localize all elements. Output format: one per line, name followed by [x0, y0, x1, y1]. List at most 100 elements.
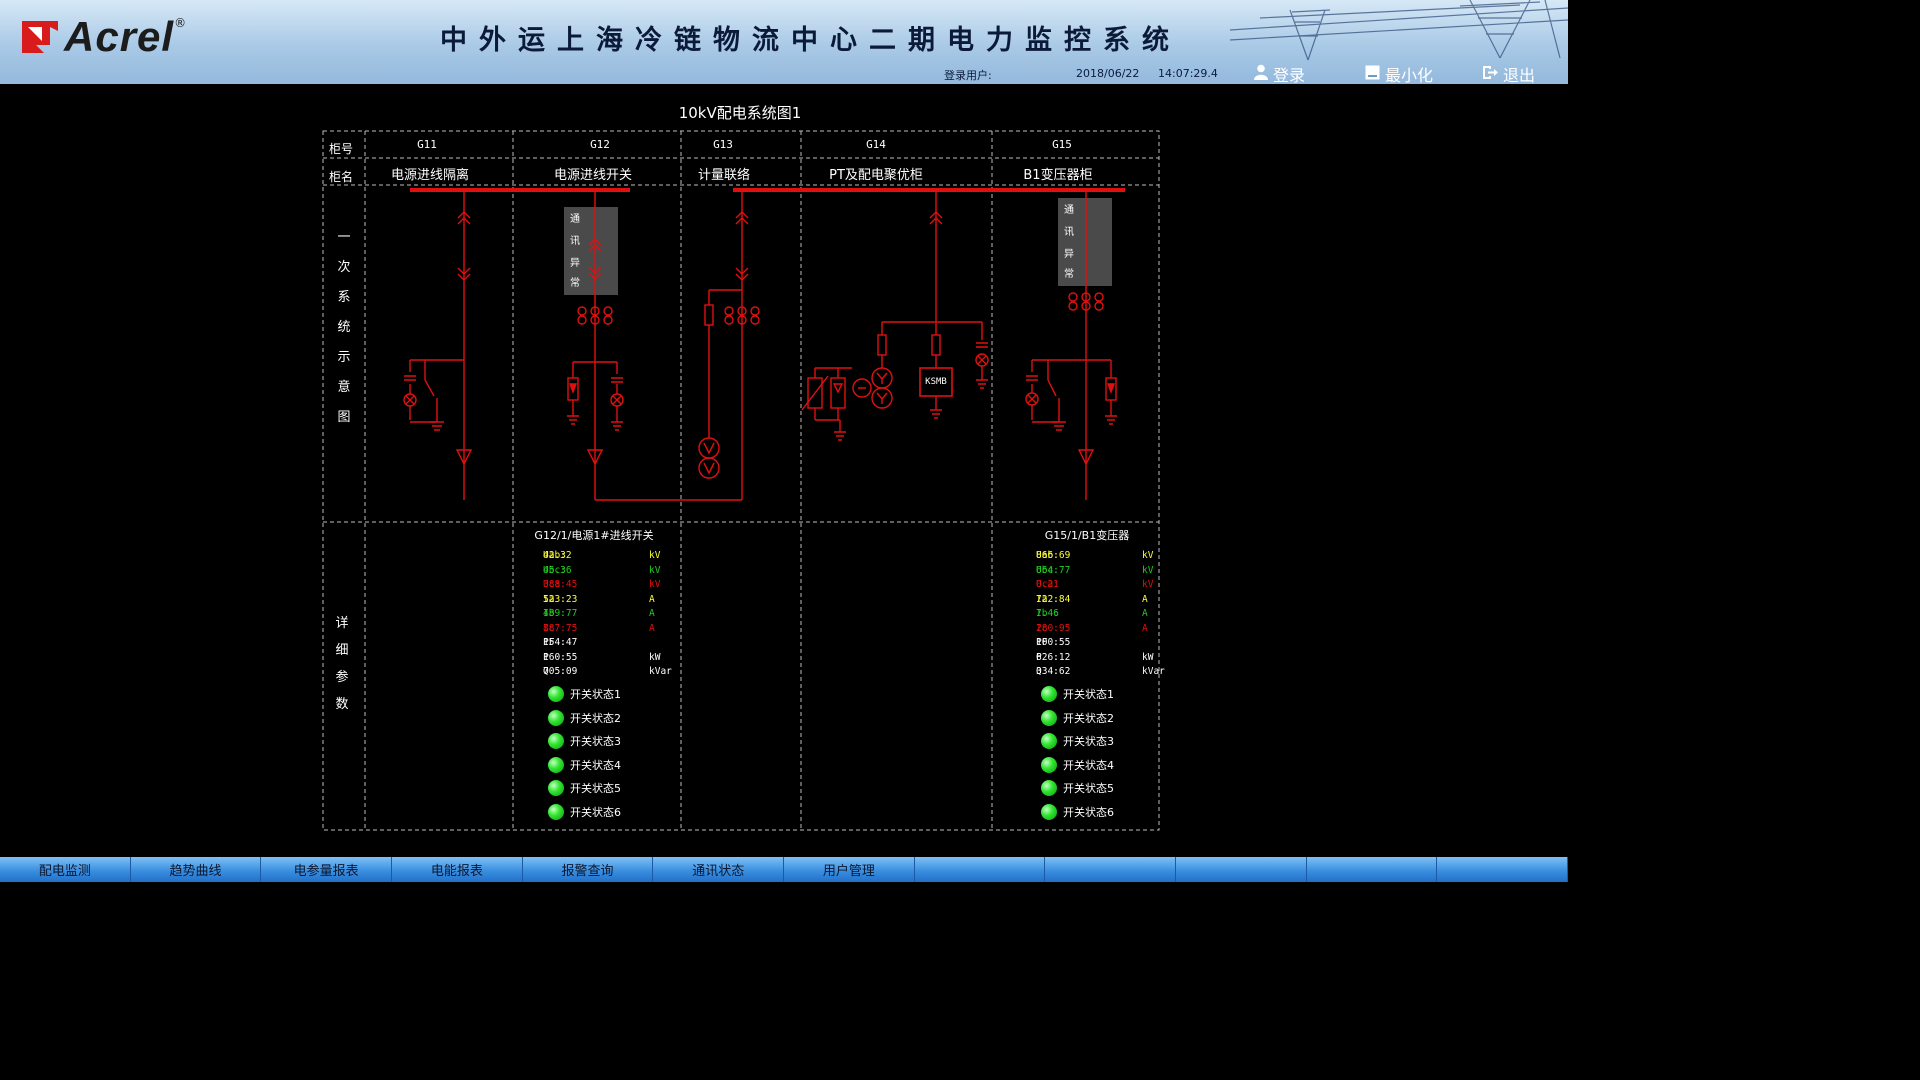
primary-label-char: 一 — [337, 230, 351, 245]
measurement-unit: A — [649, 608, 655, 619]
nav-tab[interactable]: 趋势曲线 — [131, 857, 262, 882]
measurement-row: Uca: 388.45 kV — [543, 578, 693, 592]
measurement-name: Q : — [1036, 666, 1059, 677]
nav-tab[interactable] — [1307, 857, 1438, 882]
measurement-row: Q :705.09 kVar — [543, 665, 693, 679]
cabinet-name-g14: PT及配电聚优柜 — [829, 168, 923, 183]
measurement-name: Uca: — [543, 579, 566, 590]
status-led-icon — [1041, 733, 1057, 750]
nav-tab[interactable] — [915, 857, 1046, 882]
measurement-unit: kVar — [1142, 666, 1165, 677]
status-led-icon — [1041, 780, 1057, 797]
nav-tab[interactable]: 电参量报表 — [261, 857, 393, 882]
cabinet-no-g12: G12 — [590, 138, 610, 151]
switch-status-label: 开关状态3 — [570, 735, 621, 749]
measurement-name: P : — [1036, 651, 1059, 663]
nav-tab[interactable]: 用户管理 — [784, 857, 915, 882]
measurement-name: Ib : — [1036, 608, 1059, 619]
switch-status-label: 开关状态5 — [1063, 782, 1114, 796]
switch-status-item[interactable]: 开关状态4 — [548, 755, 621, 775]
status-led-icon — [548, 780, 564, 797]
primary-label-char: 图 — [337, 410, 351, 425]
switch-status-item[interactable]: 开关状态6 — [1041, 802, 1114, 822]
switch-status-label: 开关状态4 — [1063, 758, 1114, 772]
cabinet-no-g11: G11 — [417, 138, 437, 151]
detail-label-char: 细 — [335, 643, 349, 658]
switch-status-label: 开关状态3 — [1063, 735, 1114, 749]
measurement-name: PF : — [1036, 637, 1059, 648]
measurement-row: PF :154.47 — [543, 636, 693, 650]
switch-status-label: 开关状态1 — [570, 688, 621, 701]
switch-status-item[interactable]: 开关状态1 — [1041, 684, 1114, 704]
measurement-row: Uab: 42.32 kV — [543, 549, 693, 563]
measurement-name: Uab: — [1036, 550, 1059, 561]
measurement-row: Ib :7.46 A — [1036, 607, 1186, 621]
measurement-name: Ubc: — [1036, 564, 1059, 576]
measurement-row: Ia :523.23 A — [543, 593, 693, 607]
nav-tab[interactable]: 报警查询 — [523, 857, 654, 882]
measurement-row: Q :334.62 kVar — [1036, 665, 1186, 679]
measurement-name: Uab: — [543, 550, 566, 561]
switch-status-item[interactable]: 开关状态6 — [548, 802, 621, 822]
switch-status-label: 开关状态5 — [570, 782, 621, 796]
measurement-row: Ubc: 664.77 kV — [1036, 564, 1186, 578]
g12-detail-title: G12/1/电源1#进线开关 — [534, 529, 654, 542]
measurement-unit: A — [649, 622, 655, 634]
status-led-icon — [1041, 686, 1057, 702]
detail-label-char: 数 — [335, 697, 349, 712]
measurement-row: Uab: 866.69 kV — [1036, 549, 1186, 563]
measurement-unit: kV — [1142, 550, 1154, 561]
switch-status-label: 开关状态6 — [570, 806, 621, 819]
measurement-row: Ic :280.95 A — [1036, 622, 1186, 636]
nav-tab[interactable]: 通讯状态 — [653, 857, 785, 882]
measurement-row: Ia :722.84 A — [1036, 593, 1186, 607]
nav-tab[interactable]: 电能报表 — [392, 857, 523, 882]
measurement-unit: kV — [1142, 579, 1154, 590]
cabinet-no-g14: G14 — [866, 138, 886, 151]
nav-tab[interactable] — [1437, 857, 1569, 882]
measurement-row: Ib :489.77 A — [543, 607, 693, 621]
measurement-row: Uca: 0.21 kV — [1036, 578, 1186, 592]
measurement-name: Ic : — [543, 622, 566, 634]
switch-status-item[interactable]: 开关状态5 — [1041, 778, 1114, 798]
cabinet-no-g15: G15 — [1052, 138, 1072, 151]
switch-status-label: 开关状态4 — [570, 758, 621, 772]
switch-status-item[interactable]: 开关状态3 — [1041, 731, 1114, 751]
switch-status-item[interactable]: 开关状态2 — [1041, 708, 1114, 728]
switch-status-item[interactable]: 开关状态2 — [548, 708, 621, 728]
status-led-icon — [1041, 756, 1057, 773]
measurement-unit: kVar — [649, 666, 672, 677]
switch-status-item[interactable]: 开关状态5 — [548, 778, 621, 798]
nav-tab[interactable] — [1176, 857, 1307, 882]
cabinet-name-g12: 电源进线开关 — [553, 168, 632, 183]
nav-tab[interactable] — [1045, 857, 1177, 882]
g15-comm-fault-box[interactable]: 通 讯 异 常 — [1058, 198, 1112, 286]
g12-comm-box-lines — [588, 207, 602, 295]
status-led-icon — [1041, 709, 1057, 726]
switch-status-item[interactable]: 开关状态1 — [548, 684, 621, 704]
switch-status-item[interactable]: 开关状态4 — [1041, 755, 1114, 775]
measurement-name: Uca: — [1036, 579, 1059, 590]
measurement-name: Ib : — [543, 608, 566, 619]
detail-params-label: 详 细 参 数 — [334, 610, 350, 718]
measurement-row: P :160.55 kW — [543, 651, 693, 665]
measurement-unit: kV — [1142, 564, 1154, 576]
measurement-row: P :626.12 kW — [1036, 651, 1186, 665]
measurement-unit: kV — [649, 550, 661, 561]
measurement-name: Ic : — [1036, 622, 1059, 634]
primary-label-char: 意 — [337, 380, 351, 395]
measurement-unit: kW — [1142, 651, 1154, 663]
switch-status-label: 开关状态1 — [1063, 688, 1114, 701]
switch-status-item[interactable]: 开关状态3 — [548, 731, 621, 751]
circuit-lines — [403, 188, 1125, 501]
measurement-unit: kW — [649, 651, 661, 663]
status-led-icon — [1041, 804, 1057, 820]
nav-tab[interactable]: 配电监测 — [0, 857, 131, 882]
cabinet-name-g11: 电源进线隔离 — [390, 168, 469, 183]
measurement-name: Ubc: — [543, 564, 566, 576]
g12-comm-fault-box[interactable]: 通 讯 异 常 — [564, 207, 618, 295]
primary-label-char: 系 — [337, 290, 351, 305]
cabinet-name-row-label: 柜名 — [329, 170, 354, 184]
detail-label-char: 详 — [335, 616, 349, 631]
primary-label-char: 示 — [337, 350, 351, 365]
